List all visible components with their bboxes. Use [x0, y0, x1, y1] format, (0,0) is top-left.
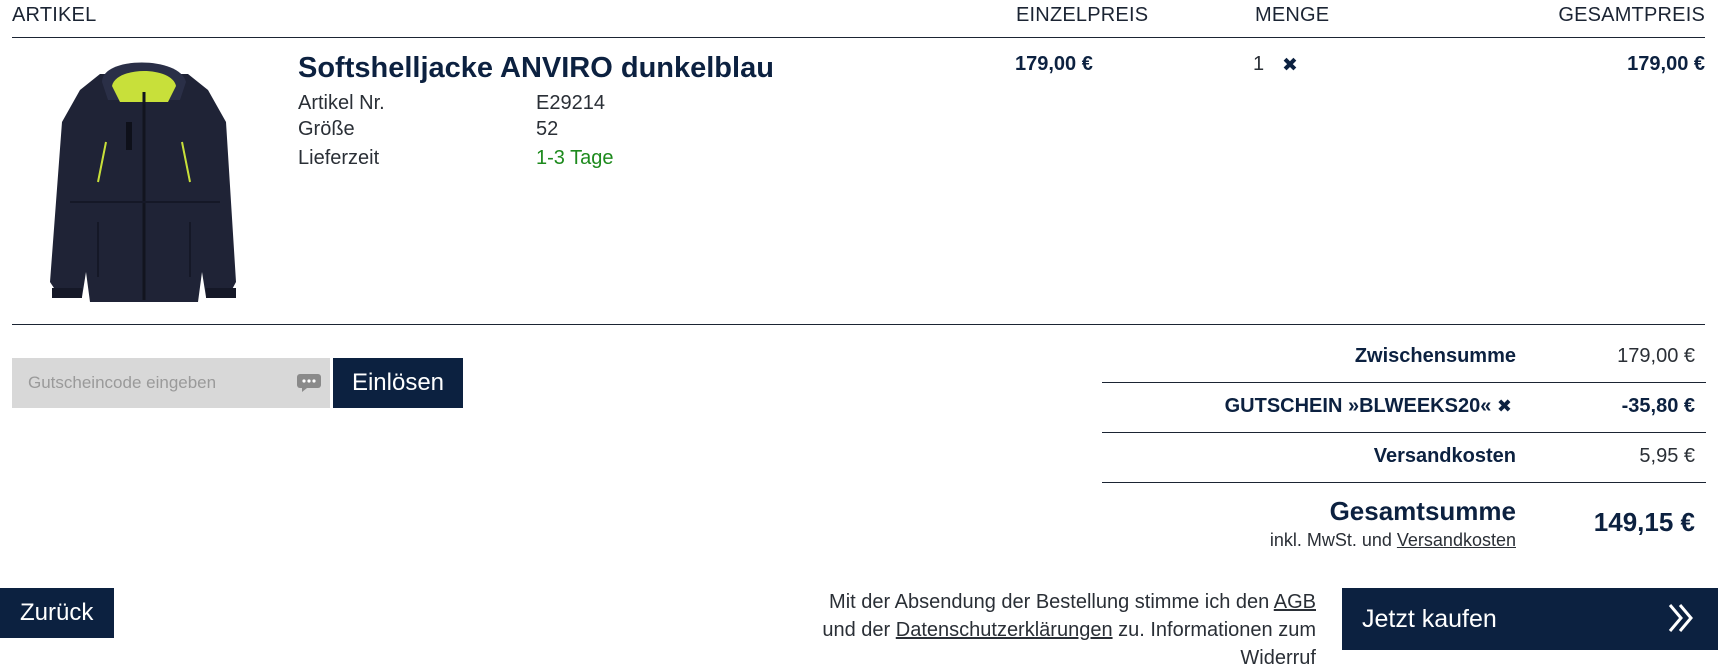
- voucher-applied-label: GUTSCHEIN »BLWEEKS20«: [1224, 395, 1492, 417]
- grand-total-label: Gesamtsumme: [1329, 496, 1516, 526]
- privacy-link[interactable]: Datenschutzerklärungen: [896, 619, 1113, 641]
- buy-now-button[interactable]: Jetzt kaufen: [1342, 588, 1718, 650]
- shipping-costs-link[interactable]: Versandkosten: [1397, 530, 1516, 550]
- attribute-label-delivery-time: Lieferzeit: [298, 147, 380, 169]
- column-header-quantity: MENGE: [1255, 4, 1330, 26]
- summary-divider: [1102, 382, 1706, 383]
- attribute-label-size: Größe: [298, 118, 355, 140]
- buy-now-label: Jetzt kaufen: [1362, 604, 1497, 633]
- terms-text-part2: und der: [822, 619, 891, 641]
- attribute-label-article-number: Artikel Nr.: [298, 92, 385, 114]
- shipping-label: Versandkosten: [1373, 445, 1516, 467]
- remove-item-icon[interactable]: ✖: [1282, 54, 1298, 77]
- grand-total-value: 149,15 €: [1593, 507, 1695, 537]
- tax-note-text: inkl. MwSt. und: [1269, 530, 1392, 550]
- voucher-code-input[interactable]: [12, 358, 330, 408]
- product-divider: [12, 324, 1705, 325]
- summary-divider: [1102, 482, 1706, 483]
- terms-text-part1: Mit der Absendung der Bestellung stimme …: [829, 591, 1270, 613]
- jacket-product-image[interactable]: [40, 52, 242, 307]
- attribute-value-size: 52: [536, 118, 559, 140]
- speech-bubble-icon: [296, 373, 322, 392]
- attribute-value-article-number: E29214: [536, 92, 605, 114]
- summary-divider: [1102, 432, 1706, 433]
- total-price: 179,00 €: [1627, 53, 1705, 75]
- unit-price: 179,00 €: [1015, 53, 1093, 75]
- agb-link[interactable]: AGB: [1274, 591, 1316, 613]
- column-header-total-price: GESAMTPREIS: [1558, 4, 1705, 26]
- tax-note: inkl. MwSt. und Versandkosten: [1270, 530, 1516, 551]
- order-terms-text: Mit der Absendung der Bestellung stimme …: [756, 588, 1316, 672]
- redeem-voucher-button[interactable]: Einlösen: [333, 358, 463, 408]
- voucher-discount-value: -35,80 €: [1621, 395, 1695, 417]
- column-header-article: ARTIKEL: [12, 4, 97, 26]
- double-chevron-right-icon: [1666, 601, 1696, 635]
- shipping-value: 5,95 €: [1639, 445, 1695, 467]
- remove-voucher-icon[interactable]: ✖: [1497, 396, 1512, 416]
- subtotal-value: 179,00 €: [1617, 345, 1695, 367]
- quantity-value[interactable]: 1: [1253, 53, 1264, 76]
- header-divider: [12, 37, 1705, 38]
- voucher-applied-row: GUTSCHEIN »BLWEEKS20« ✖: [1225, 395, 1512, 418]
- column-header-unit-price: EINZELPREIS: [1016, 4, 1149, 26]
- subtotal-label: Zwischensumme: [1354, 345, 1516, 367]
- product-title[interactable]: Softshelljacke ANVIRO dunkelblau: [298, 52, 774, 85]
- back-button[interactable]: Zurück: [0, 588, 114, 638]
- attribute-value-delivery-time: 1-3 Tage: [536, 147, 614, 169]
- terms-text-part3: zu. Informationen zum Widerruf: [1118, 619, 1316, 669]
